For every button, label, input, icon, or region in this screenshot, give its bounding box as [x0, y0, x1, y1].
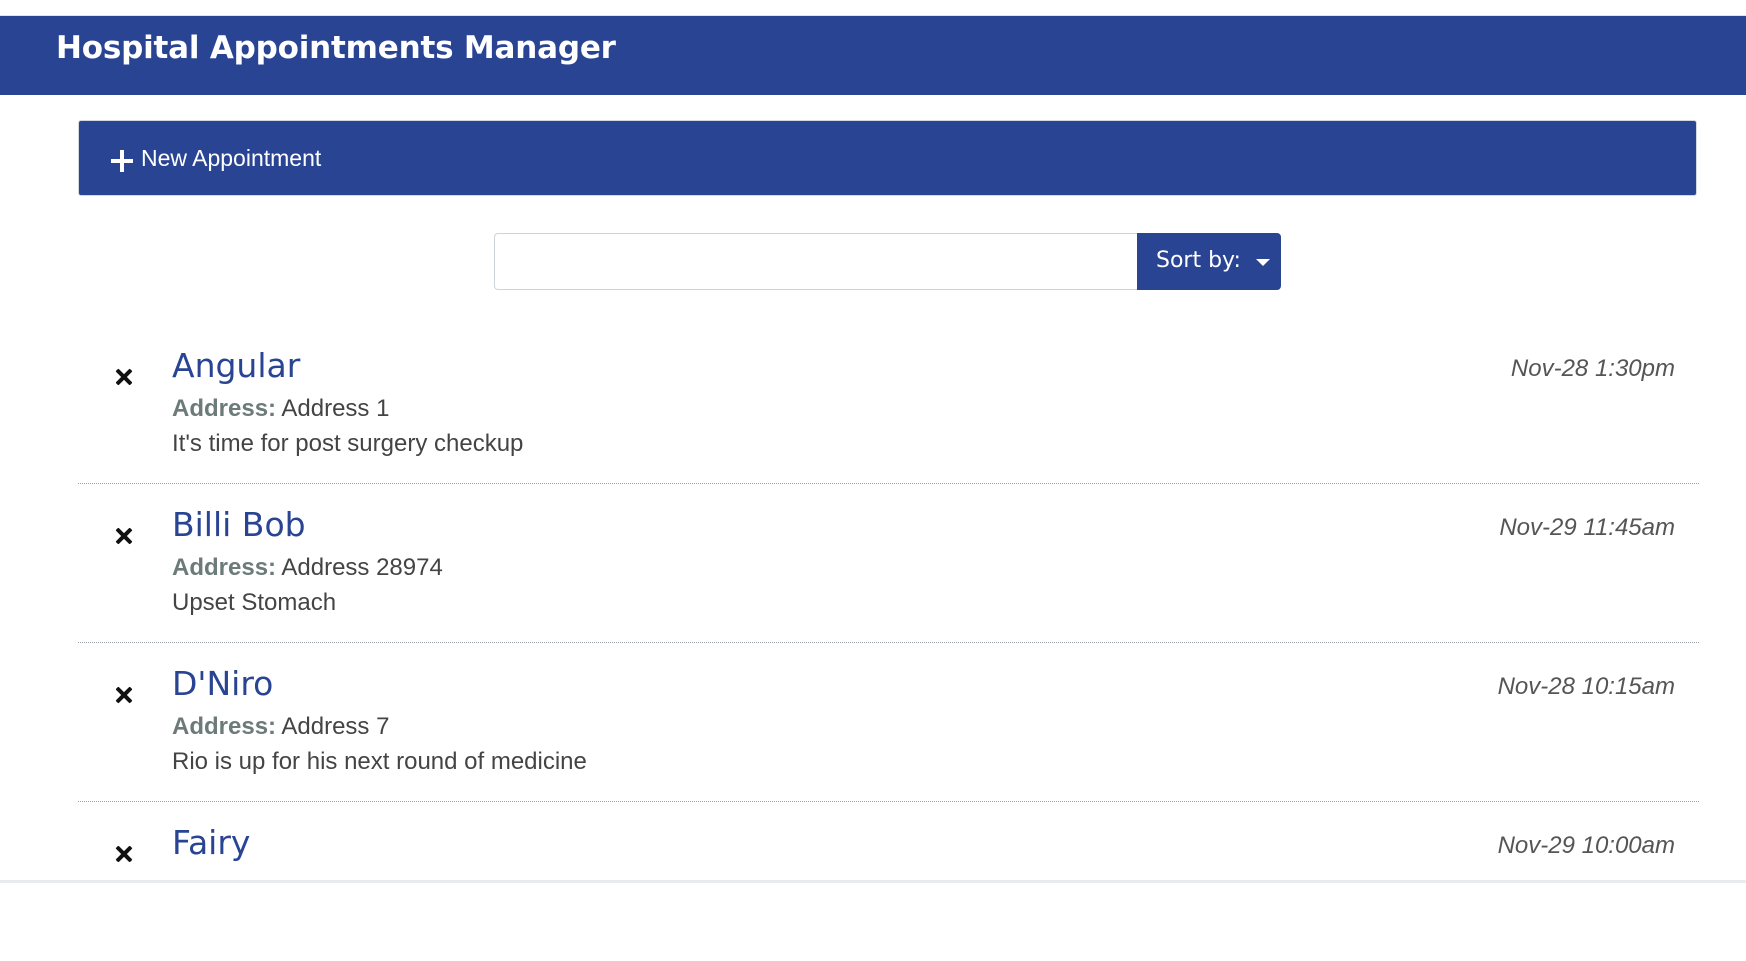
appointment-name: Angular	[172, 346, 301, 385]
appointment-date: Nov-29 10:00am	[1497, 832, 1675, 859]
new-appointment-button[interactable]: New Appointment	[78, 120, 1697, 196]
appointment-date: Nov-28 10:15am	[1497, 673, 1675, 700]
address-value: Address 7	[281, 713, 390, 740]
delete-x-icon[interactable]	[114, 844, 134, 864]
browser-top-strip	[0, 0, 1746, 16]
app-header: Hospital Appointments Manager	[0, 16, 1746, 95]
appointment-date: Nov-28 1:30pm	[1510, 355, 1675, 382]
appointment-address: Address: Address 7	[172, 713, 389, 741]
address-value: Address 1	[281, 395, 390, 422]
appointment-name: Billi Bob	[172, 505, 306, 544]
address-value: Address 28974	[281, 554, 443, 581]
sort-by-label: Sort by:	[1156, 248, 1241, 273]
address-label: Address:	[172, 554, 277, 581]
appointment-name: D'Niro	[172, 664, 274, 703]
appointment-notes: Rio is up for his next round of medicine	[172, 748, 587, 775]
search-bar: Sort by:	[494, 233, 1281, 290]
delete-x-icon[interactable]	[114, 685, 134, 705]
appointment-notes: Upset Stomach	[172, 589, 337, 616]
appointment-address: Address: Address 1	[172, 395, 389, 423]
app-title: Hospital Appointments Manager	[56, 30, 616, 66]
plus-icon	[111, 150, 133, 172]
appointment-item: Angular Address: Address 1 It's time for…	[78, 325, 1699, 484]
appointment-notes: It's time for post surgery checkup	[172, 430, 524, 457]
delete-x-icon[interactable]	[114, 526, 134, 546]
search-input[interactable]	[494, 233, 1138, 290]
appointment-address: Address: Address 28974	[172, 554, 443, 582]
address-label: Address:	[172, 395, 277, 422]
appointment-item: D'Niro Address: Address 7 Rio is up for …	[78, 643, 1699, 802]
appointment-name: Fairy	[172, 823, 251, 862]
appointment-item: Billi Bob Address: Address 28974 Upset S…	[78, 484, 1699, 643]
appointment-list: Angular Address: Address 1 It's time for…	[78, 325, 1699, 961]
caret-down-icon	[1256, 259, 1270, 266]
address-label: Address:	[172, 713, 277, 740]
new-appointment-label: New Appointment	[141, 145, 322, 171]
sort-by-dropdown-button[interactable]: Sort by:	[1137, 233, 1281, 290]
appointment-date: Nov-29 11:45am	[1499, 514, 1675, 541]
delete-x-icon[interactable]	[114, 367, 134, 387]
